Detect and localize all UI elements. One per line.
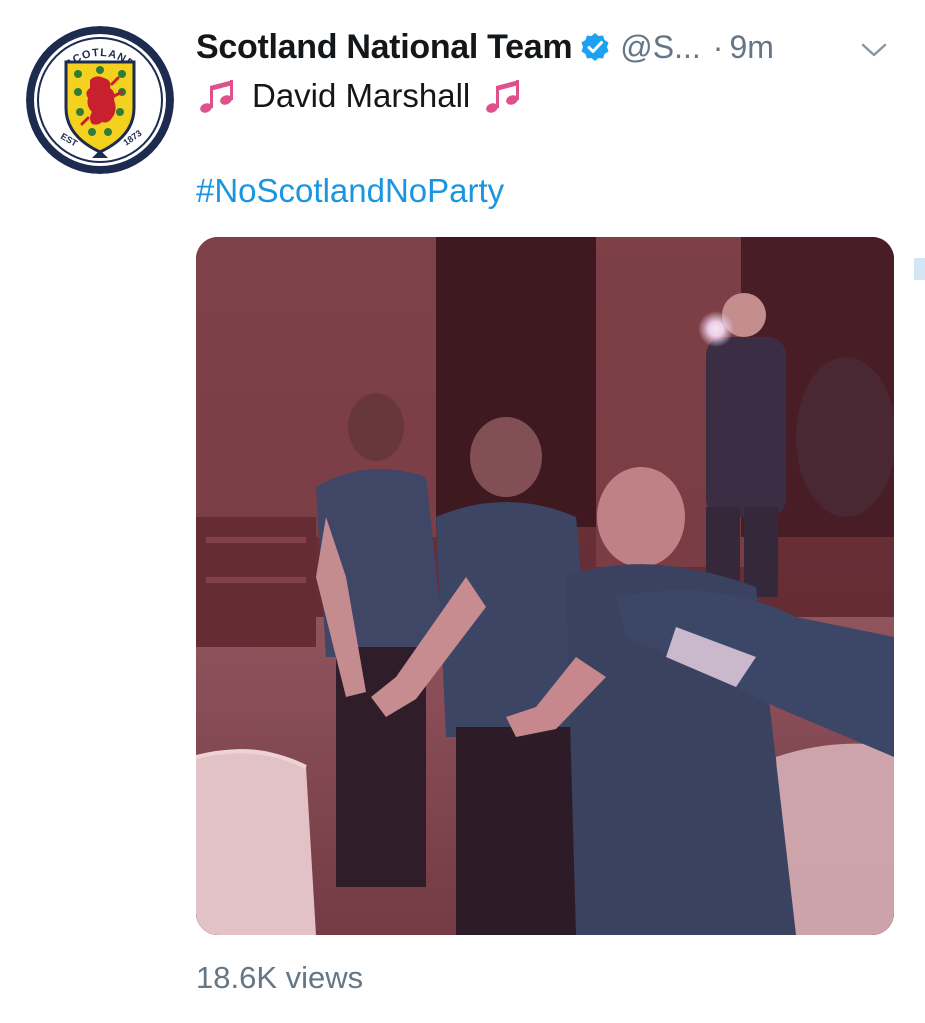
music-notes-icon bbox=[482, 74, 526, 118]
scotland-crest-logo: SCOTLAND EST 1873 bbox=[26, 26, 174, 174]
avatar[interactable]: SCOTLAND EST 1873 bbox=[26, 26, 174, 174]
separator-dot: · bbox=[712, 28, 724, 65]
tweet-text: David Marshall bbox=[196, 72, 526, 120]
tweet-video[interactable] bbox=[196, 237, 894, 935]
view-count: 18.6K views bbox=[196, 960, 364, 995]
tweet-header: Scotland National Team @S... · 9m bbox=[196, 22, 896, 72]
verified-badge-icon bbox=[580, 32, 610, 62]
tweet-card[interactable]: SCOTLAND EST 1873 bbox=[0, 0, 925, 1023]
tweet-body-text: David Marshall bbox=[252, 77, 471, 114]
scroll-indicator bbox=[914, 258, 925, 280]
hashtag-link[interactable]: #NoScotlandNoParty bbox=[196, 172, 504, 210]
author-handle[interactable]: @S... bbox=[620, 29, 701, 66]
video-frame bbox=[196, 237, 894, 935]
timestamp[interactable]: 9m bbox=[729, 29, 773, 66]
music-notes-icon bbox=[196, 74, 240, 118]
author-display-name[interactable]: Scotland National Team bbox=[196, 28, 573, 67]
chevron-down-icon[interactable] bbox=[860, 40, 888, 60]
